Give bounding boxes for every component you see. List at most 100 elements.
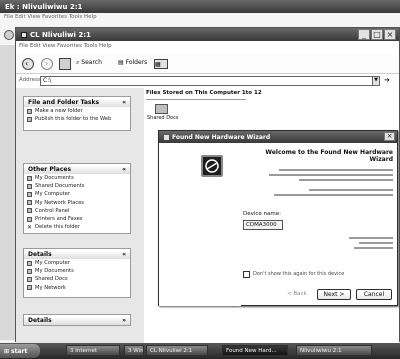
explorer-menubar[interactable]: File Edit View Favorites Tools Help bbox=[19, 43, 112, 49]
wizard-body-line bbox=[359, 242, 393, 244]
wizard-close-button[interactable]: × bbox=[384, 132, 395, 141]
wizard-next-button[interactable]: Next > bbox=[317, 289, 351, 300]
content-header: Files Stored on This Computer 1to 12 bbox=[146, 90, 262, 96]
dont-show-label: Don't show this again for this device bbox=[253, 271, 345, 277]
control-panel-icon bbox=[27, 208, 32, 214]
details-header[interactable]: Details « bbox=[24, 249, 130, 259]
folder-icon bbox=[154, 104, 168, 114]
forward-button[interactable]: › bbox=[41, 58, 53, 70]
detail-label: My Documents bbox=[35, 268, 74, 275]
place-label: Printers and Faxes bbox=[35, 216, 83, 223]
collapse-icon[interactable]: « bbox=[122, 166, 126, 173]
detail-item[interactable]: My Network bbox=[24, 284, 130, 292]
taskbar-item[interactable]: CL Nlivuliwi 2:1 bbox=[146, 345, 208, 356]
search-button[interactable]: ⌕ Search bbox=[76, 59, 102, 67]
wizard-side-panel bbox=[159, 143, 241, 306]
wizard-back-button[interactable]: < Back bbox=[287, 291, 307, 297]
detail-label: My Network bbox=[35, 284, 66, 291]
taskbar-item[interactable]: Nlivuliwiwu 2:1 bbox=[296, 345, 372, 356]
place-label: Control Panel bbox=[35, 207, 70, 214]
start-label: start bbox=[11, 347, 28, 355]
place-item[interactable]: Printers and Faxes bbox=[24, 215, 130, 223]
explorer-titlebar: CL Nlivuliwi 2:1 bbox=[16, 28, 399, 41]
windows-logo-icon: ⊞ bbox=[4, 347, 10, 355]
detail-label: Shared Docs bbox=[35, 276, 68, 283]
detail-item[interactable]: My Computer bbox=[24, 259, 130, 267]
outer-window-title: Ek : Nlivuliwiwu 2:1 bbox=[5, 2, 83, 11]
search-icon: ⌕ bbox=[76, 59, 80, 66]
close-button[interactable]: × bbox=[384, 29, 396, 40]
place-label: Delete this folder bbox=[35, 224, 80, 231]
wizard-body-line bbox=[279, 169, 393, 171]
other-places-header[interactable]: Other Places « bbox=[24, 164, 130, 174]
place-label: My Network Places bbox=[35, 199, 84, 206]
details-panel: Details « My Computer My Documents Share… bbox=[23, 248, 131, 298]
outer-left-strip bbox=[0, 45, 15, 340]
explorer-window-icon bbox=[21, 31, 27, 38]
taskbar-item[interactable]: Found New Hard... bbox=[222, 345, 288, 356]
detail-label: My Computer bbox=[35, 260, 70, 267]
go-button[interactable]: ➔ bbox=[384, 76, 396, 86]
task-make-folder[interactable]: Make a new folder bbox=[24, 107, 130, 115]
explorer-title: CL Nlivuliwi 2:1 bbox=[30, 30, 91, 39]
task-label: Publish this folder to the Web bbox=[35, 116, 112, 123]
taskbar: ⊞ start 3 Internet 3 Windows CL Nlivuliw… bbox=[0, 343, 400, 359]
shared-folder-label: Shared Docs bbox=[147, 115, 179, 121]
address-input[interactable]: C:\ bbox=[40, 76, 380, 86]
expand-icon[interactable]: » bbox=[122, 317, 126, 324]
outer-window-menubar[interactable]: File Edit View Favorites Tools Help bbox=[4, 14, 97, 23]
globe-icon bbox=[27, 116, 32, 122]
place-label: Shared Documents bbox=[35, 183, 85, 190]
back-button[interactable]: ‹ bbox=[22, 58, 34, 70]
details-title: Details bbox=[28, 250, 52, 258]
file-folder-tasks-panel: File and Folder Tasks « Make a new folde… bbox=[23, 96, 131, 131]
details-collapsed-header[interactable]: Details » bbox=[24, 315, 130, 325]
views-button[interactable]: ▦ bbox=[154, 59, 168, 69]
wizard-body-line bbox=[309, 189, 393, 191]
wizard-body-line bbox=[274, 194, 393, 196]
detail-item[interactable]: My Documents bbox=[24, 267, 130, 275]
printer-icon bbox=[27, 216, 32, 222]
collapse-icon[interactable]: « bbox=[122, 251, 126, 258]
minimize-button[interactable]: _ bbox=[358, 29, 370, 40]
place-item[interactable]: Shared Documents bbox=[24, 182, 130, 190]
outer-window-titlebar: Ek : Nlivuliwiwu 2:1 bbox=[0, 0, 400, 13]
wizard-cancel-button[interactable]: Cancel bbox=[356, 289, 392, 300]
taskbar-item[interactable]: 3 Internet bbox=[66, 345, 120, 356]
detail-item[interactable]: Shared Docs bbox=[24, 275, 130, 283]
start-button[interactable]: ⊞ start bbox=[0, 344, 40, 358]
maximize-button[interactable]: □ bbox=[371, 29, 383, 40]
place-item[interactable]: My Network Places bbox=[24, 199, 130, 207]
network-icon bbox=[27, 200, 32, 206]
views-icon: ▦ bbox=[155, 61, 161, 68]
outer-back-icon[interactable] bbox=[4, 30, 14, 40]
up-folder-icon[interactable] bbox=[59, 58, 71, 70]
go-icon: ➔ bbox=[384, 76, 390, 84]
content-header-rule bbox=[146, 99, 246, 100]
device-name-input[interactable]: CDMA3000 bbox=[243, 220, 283, 230]
folder-icon bbox=[27, 268, 32, 274]
wizard-body-line bbox=[349, 237, 393, 239]
address-value: C:\ bbox=[43, 77, 52, 84]
place-item[interactable]: My Computer bbox=[24, 190, 130, 198]
computer-icon bbox=[27, 191, 32, 197]
collapse-icon[interactable]: « bbox=[122, 99, 126, 106]
place-item[interactable]: ✕ Delete this folder bbox=[24, 223, 130, 231]
task-label: Make a new folder bbox=[35, 108, 83, 115]
wizard-titlebar: Found New Hardware Wizard bbox=[159, 131, 397, 143]
dont-show-checkbox[interactable] bbox=[243, 271, 250, 278]
address-dropdown-button[interactable]: ▼ bbox=[372, 76, 380, 86]
other-places-panel: Other Places « My Documents Shared Docum… bbox=[23, 163, 131, 234]
file-folder-tasks-header[interactable]: File and Folder Tasks « bbox=[24, 97, 130, 107]
shared-folder-item[interactable]: Shared Docs bbox=[147, 104, 179, 132]
device-name-value: CDMA3000 bbox=[246, 222, 277, 228]
place-item[interactable]: My Documents bbox=[24, 174, 130, 182]
task-publish-folder[interactable]: Publish this folder to the Web bbox=[24, 115, 130, 123]
taskbar-item[interactable]: 3 Windows bbox=[124, 345, 144, 356]
address-label: Address bbox=[19, 77, 41, 83]
address-bar: Address C:\ ▼ ➔ bbox=[16, 75, 399, 87]
wizard-title: Found New Hardware Wizard bbox=[172, 133, 271, 141]
folders-button[interactable]: ▤ Folders bbox=[118, 59, 147, 66]
folders-icon: ▤ bbox=[118, 59, 124, 66]
place-item[interactable]: Control Panel bbox=[24, 207, 130, 215]
